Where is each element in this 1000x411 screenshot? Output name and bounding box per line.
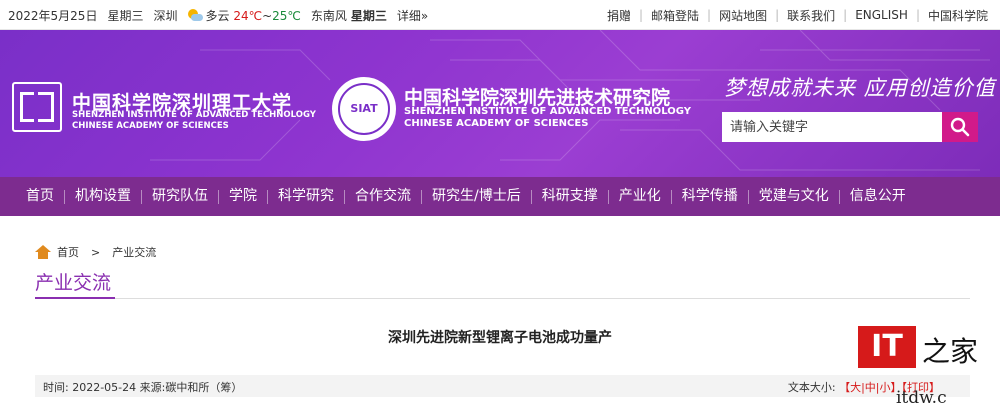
source-label: 来源: — [139, 381, 166, 394]
wind-direction: 东南风 — [310, 8, 347, 23]
search-button[interactable] — [942, 112, 978, 142]
weather-info: 多云 24℃~25℃ — [187, 7, 301, 24]
nav-item-research-support[interactable]: 科研支撑 — [532, 177, 608, 216]
link-separator: | — [707, 8, 712, 22]
nav-item-industrialization[interactable]: 产业化 — [609, 177, 671, 216]
nav-item-cooperation[interactable]: 合作交流 — [345, 177, 421, 216]
nav-item-science-communication[interactable]: 科学传播 — [672, 177, 748, 216]
watermark-url: itdw.c — [896, 388, 947, 408]
header-banner: 中国科学院深圳理工大学 SHENZHEN INSTITUTE OF ADVANC… — [0, 30, 1000, 177]
nav-item-party-culture[interactable]: 党建与文化 — [749, 177, 839, 216]
search-input[interactable] — [722, 112, 942, 142]
email-login-link[interactable]: 邮箱登陆 — [651, 7, 699, 24]
institute-name-en-line2: CHINESE ACADEMY OF SCIENCES — [404, 118, 589, 129]
home-icon — [35, 245, 51, 259]
link-separator: | — [915, 8, 920, 22]
top-bar-info: 2022年5月25日 星期三 深圳 多云 24℃~25℃ 东南风 星期三 详细» — [8, 0, 428, 30]
temp-low: 25℃ — [272, 8, 301, 23]
link-separator: | — [638, 8, 644, 22]
top-links: 捐赠 | 邮箱登陆 | 网站地图 | 联系我们 | ENGLISH | 中国科学… — [607, 0, 988, 30]
article-meta-info: 时间: 2022-05-24 来源:碳中和所（筹） — [43, 379, 242, 395]
nav-item-home[interactable]: 首页 — [0, 177, 64, 216]
breadcrumb-home[interactable]: 首页 — [57, 244, 79, 260]
seal-text: SIAT — [350, 102, 378, 115]
section-divider — [35, 297, 970, 299]
nav-item-research-team[interactable]: 研究队伍 — [142, 177, 218, 216]
breadcrumb: 首页 > 产业交流 — [35, 243, 156, 261]
ithome-watermark-logo: IT 之家 — [858, 322, 992, 374]
weather-city: 深圳 — [153, 8, 178, 23]
weather-detail-link[interactable]: 详细» — [397, 7, 428, 24]
text-size-small[interactable]: 小 — [880, 381, 891, 394]
watermark-cn: 之家 — [922, 335, 979, 368]
article-source: 碳中和所（筹） — [165, 381, 243, 394]
text-size-label: 文本大小: — [787, 381, 836, 394]
siat-university-logo — [12, 82, 62, 132]
nav-item-college[interactable]: 学院 — [219, 177, 267, 216]
temp-high: 24℃ — [233, 8, 263, 23]
top-bar: 2022年5月25日 星期三 深圳 多云 24℃~25℃ 东南风 星期三 详细»… — [0, 0, 1000, 30]
current-date: 2022年5月25日 — [8, 8, 98, 23]
article-title: 深圳先进院新型锂离子电池成功量产 — [388, 330, 612, 346]
university-name-en-line2: CHINESE ACADEMY OF SCIENCES — [72, 121, 229, 131]
english-link[interactable]: ENGLISH — [855, 8, 908, 22]
wind-day: 星期三 — [350, 8, 387, 23]
search-icon — [950, 117, 970, 137]
current-weekday: 星期三 — [107, 8, 144, 23]
breadcrumb-separator: > — [91, 245, 101, 259]
temp-sep: ~ — [262, 8, 273, 23]
weather-text: 多云 — [205, 8, 230, 23]
nav-item-information[interactable]: 信息公开 — [840, 177, 916, 216]
university-name-en: SHENZHEN INSTITUTE OF ADVANCED TECHNOLOG… — [72, 110, 316, 132]
contact-link[interactable]: 联系我们 — [787, 7, 835, 24]
publish-date: 2022-05-24 — [72, 381, 137, 394]
section-title: 产业交流 — [35, 272, 112, 294]
main-nav: 首页 机构设置 研究队伍 学院 科学研究 合作交流 研究生/博士后 科研支撑 产… — [0, 177, 1000, 216]
time-label: 时间: — [43, 381, 69, 394]
watermark-it: IT — [858, 326, 916, 368]
siat-seal-logo: SIAT — [332, 77, 396, 141]
breadcrumb-current[interactable]: 产业交流 — [112, 244, 156, 260]
search-box — [722, 112, 978, 142]
institute-name-en-line1: SHENZHEN INSTITUTE OF ADVANCED TECHNOLOG… — [404, 106, 691, 117]
cas-link[interactable]: 中国科学院 — [928, 7, 988, 24]
institute-name-en: SHENZHEN INSTITUTE OF ADVANCED TECHNOLOG… — [404, 106, 691, 130]
donate-link[interactable]: 捐赠 — [607, 7, 631, 24]
cloudy-weather-icon — [187, 9, 204, 23]
link-separator: | — [843, 8, 848, 22]
university-name-en-line1: SHENZHEN INSTITUTE OF ADVANCED TECHNOLOG… — [72, 110, 316, 120]
slogan: 梦想成就未来 应用创造价值 — [724, 76, 996, 100]
text-size-large[interactable]: 大 — [850, 381, 861, 394]
nav-item-research[interactable]: 科学研究 — [268, 177, 344, 216]
nav-item-organization[interactable]: 机构设置 — [65, 177, 141, 216]
article-meta-bar: 时间: 2022-05-24 来源:碳中和所（筹） 文本大小: 【大|中|小】【… — [35, 375, 970, 397]
nav-item-graduate[interactable]: 研究生/博士后 — [422, 177, 531, 216]
text-size-medium[interactable]: 中 — [865, 381, 876, 394]
link-separator: | — [775, 8, 780, 22]
sitemap-link[interactable]: 网站地图 — [719, 7, 767, 24]
